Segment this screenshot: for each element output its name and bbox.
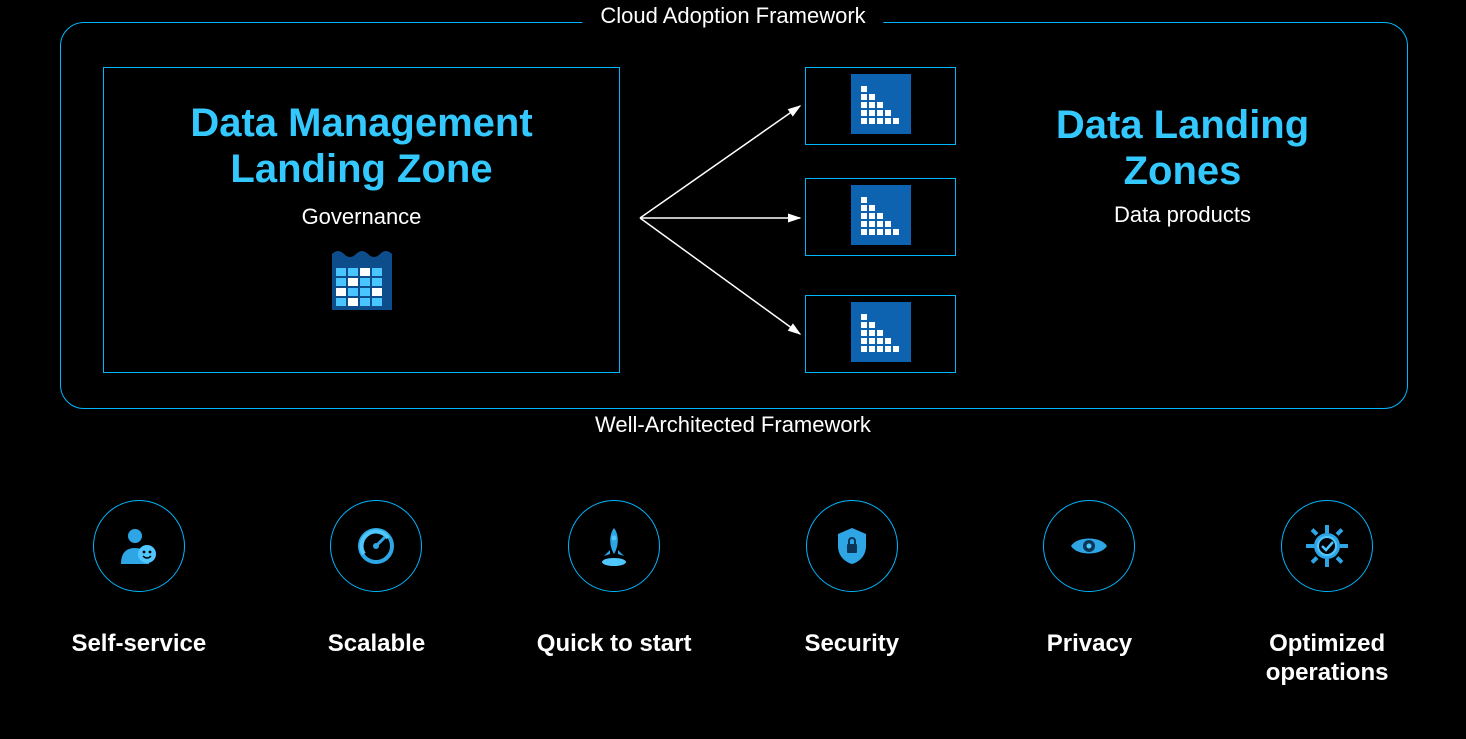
- staircase-icon: [851, 302, 911, 367]
- data-lake-icon: [326, 244, 398, 321]
- data-management-title-line1: Data Management: [190, 101, 532, 145]
- framework-top-label: Cloud Adoption Framework: [582, 3, 883, 29]
- landing-zone-box-3: [805, 295, 956, 373]
- data-landing-title: Data Landing Zones: [985, 102, 1380, 194]
- rocket-icon: [568, 500, 660, 592]
- feature-security: Security: [742, 500, 962, 688]
- feature-optimized-operations: Optimized operations: [1217, 500, 1437, 688]
- gear-check-icon: [1281, 500, 1373, 592]
- self-service-icon: [93, 500, 185, 592]
- staircase-icon: [851, 74, 911, 139]
- staircase-icon: [851, 185, 911, 250]
- data-landing-zones-block: Data Landing Zones Data products: [985, 102, 1380, 228]
- shield-lock-icon: [806, 500, 898, 592]
- feature-privacy: Privacy: [979, 500, 1199, 688]
- feature-label: Security: [804, 630, 899, 659]
- feature-label: Quick to start: [537, 630, 692, 659]
- data-landing-title-line2: Zones: [1124, 149, 1242, 193]
- feature-label: Optimized operations: [1217, 630, 1437, 688]
- feature-quick-to-start: Quick to start: [504, 500, 724, 688]
- landing-zone-box-1: [805, 67, 956, 145]
- data-landing-title-line1: Data Landing: [1056, 103, 1309, 147]
- gauge-icon: [330, 500, 422, 592]
- features-row: Self-service Scalable Quick to start: [0, 500, 1466, 688]
- feature-scalable: Scalable: [266, 500, 486, 688]
- feature-label: Scalable: [328, 630, 425, 659]
- data-landing-subtitle: Data products: [985, 202, 1380, 228]
- landing-zone-box-2: [805, 178, 956, 256]
- data-management-subtitle: Governance: [302, 204, 422, 230]
- data-management-landing-zone-panel: Data Management Landing Zone Governance: [103, 67, 620, 373]
- framework-bottom-label: Well-Architected Framework: [577, 412, 889, 438]
- feature-label: Privacy: [1047, 630, 1132, 659]
- data-management-title: Data Management Landing Zone: [190, 100, 532, 192]
- feature-self-service: Self-service: [29, 500, 249, 688]
- eye-icon: [1043, 500, 1135, 592]
- feature-label: Self-service: [71, 630, 206, 659]
- data-management-title-line2: Landing Zone: [230, 147, 492, 191]
